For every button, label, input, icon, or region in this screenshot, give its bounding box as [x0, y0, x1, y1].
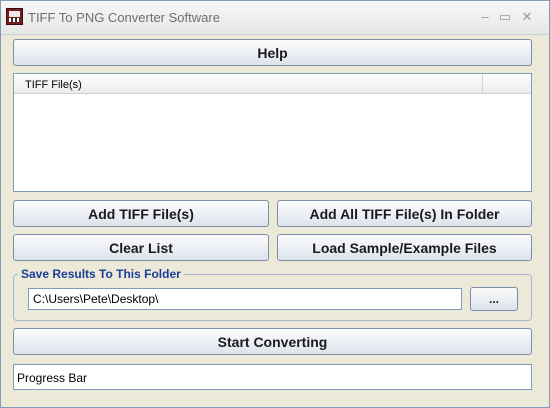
progress-bar-label: Progress Bar: [17, 371, 88, 385]
client-area: Help TIFF File(s) Add TIFF File(s) Add A…: [5, 35, 545, 405]
load-sample-files-button[interactable]: Load Sample/Example Files: [277, 234, 532, 261]
help-button[interactable]: Help: [13, 39, 532, 66]
file-list-body[interactable]: [14, 95, 531, 191]
close-icon[interactable]: ✕: [519, 9, 535, 25]
minimize-icon[interactable]: –: [477, 9, 493, 25]
title-bar[interactable]: TIFF To PNG Converter Software – ▭ ✕: [1, 1, 549, 35]
progress-bar: Progress Bar: [13, 364, 532, 390]
window-title: TIFF To PNG Converter Software: [28, 10, 220, 25]
clear-list-button[interactable]: Clear List: [13, 234, 269, 261]
file-list[interactable]: TIFF File(s): [13, 73, 532, 192]
column-header-tiff-files[interactable]: TIFF File(s): [14, 74, 483, 94]
output-folder-input[interactable]: [28, 288, 462, 310]
add-folder-button[interactable]: Add All TIFF File(s) In Folder: [277, 200, 532, 227]
start-converting-button[interactable]: Start Converting: [13, 328, 532, 355]
app-icon: [6, 8, 23, 25]
file-list-header: TIFF File(s): [14, 74, 531, 94]
maximize-icon[interactable]: ▭: [497, 9, 513, 25]
add-tiff-files-button[interactable]: Add TIFF File(s): [13, 200, 269, 227]
app-window: TIFF To PNG Converter Software – ▭ ✕ Hel…: [0, 0, 550, 408]
save-folder-group-label: Save Results To This Folder: [18, 267, 184, 281]
browse-folder-button[interactable]: ...: [470, 287, 518, 311]
save-folder-group: Save Results To This Folder ...: [13, 267, 532, 321]
